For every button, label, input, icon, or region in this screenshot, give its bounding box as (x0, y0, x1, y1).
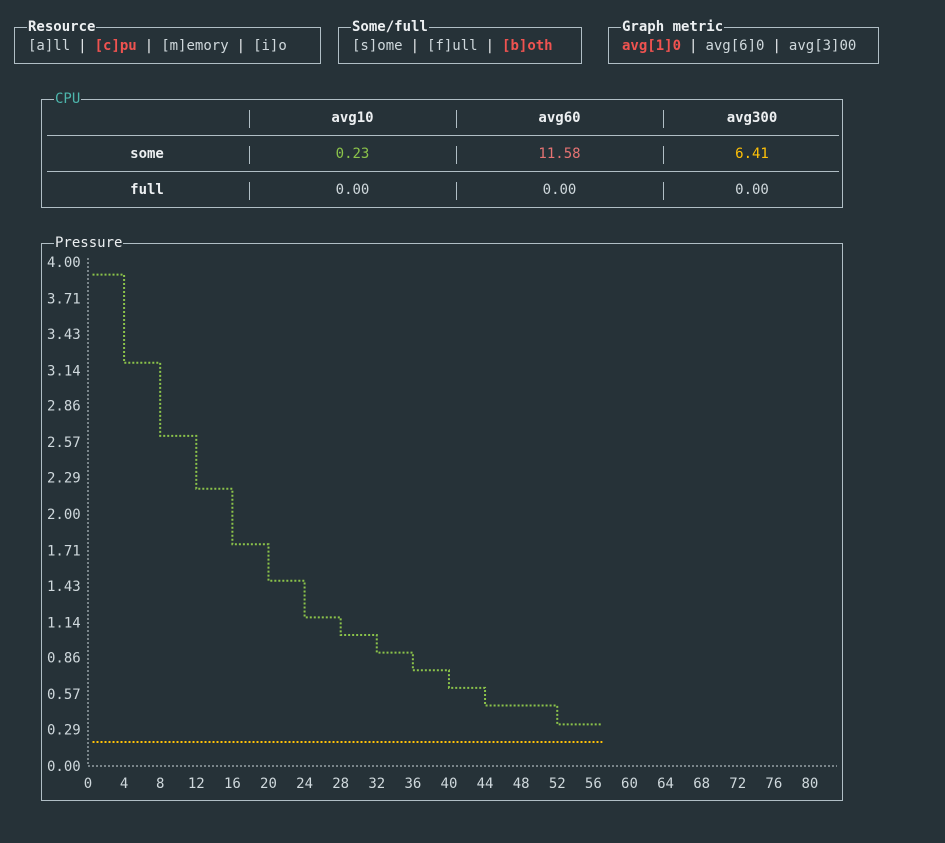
x-tick-label: 32 (368, 776, 385, 792)
x-tick-label: 40 (441, 776, 458, 792)
option-separator: | (772, 38, 781, 54)
column-header-avg60: avg60 (538, 110, 581, 126)
y-tick-label: 1.43 (47, 579, 81, 595)
some-full-option-full[interactable]: [f]ull (427, 38, 478, 54)
table-row: full 0.00 0.00 0.00 (47, 172, 839, 208)
value-full-avg300: 0.00 (735, 182, 769, 198)
option-separator: | (236, 38, 246, 54)
value-full-avg10: 0.00 (335, 182, 370, 198)
x-tick-label: 24 (296, 776, 313, 792)
pressure-panel: Pressure 0.00 0.29 0.57 0.86 1.14 1.43 1.71 2.0… (41, 235, 843, 801)
x-tick-label: 44 (477, 776, 494, 792)
resource-option-io[interactable]: [i]o (253, 38, 287, 54)
x-tick-label: 16 (224, 776, 241, 792)
x-tick-label: 64 (657, 776, 674, 792)
y-tick-label: 0.00 (47, 759, 81, 775)
x-tick-label: 60 (621, 776, 638, 792)
y-tick-label: 3.71 (47, 292, 81, 308)
value-some-avg10: 0.23 (335, 146, 370, 162)
some-full-options: [s]ome | [f]ull | [b]oth (352, 37, 553, 55)
y-tick-label: 2.57 (47, 435, 81, 451)
x-tick-label: 80 (801, 776, 818, 792)
y-tick-label: 2.29 (47, 470, 81, 486)
option-separator: | (485, 38, 495, 54)
x-tick-label: 68 (693, 776, 710, 792)
some-full-selector: Some/full [s]ome | [f]ull | [b]oth (338, 19, 582, 64)
y-tick-label: 3.14 (47, 363, 81, 379)
some-full-option-some[interactable]: [s]ome (352, 38, 403, 54)
option-separator: | (410, 38, 420, 54)
graph-metric-option-avg10[interactable]: avg[1]0 (622, 38, 681, 54)
option-separator: | (78, 38, 87, 54)
graph-metric-selector: Graph metric avg[1]0 | avg[6]0 | avg[3]00 (608, 19, 879, 64)
column-header-avg10: avg10 (331, 110, 374, 126)
y-tick-label: 1.71 (47, 544, 81, 560)
x-tick-label: 48 (513, 776, 530, 792)
y-tick-label: 0.86 (47, 651, 81, 667)
x-tick-label: 12 (188, 776, 205, 792)
x-tick-label: 52 (549, 776, 566, 792)
some-full-option-both[interactable]: [b]oth (502, 38, 553, 54)
value-some-avg300: 6.41 (735, 146, 769, 162)
resource-option-memory[interactable]: [m]emory (161, 38, 228, 54)
y-tick-label: 0.29 (47, 722, 81, 738)
column-header (47, 100, 247, 136)
graph-metric-title: Graph metric (621, 19, 725, 35)
graph-metric-option-avg300[interactable]: avg[3]00 (789, 38, 856, 54)
y-tick-label: 4.00 (47, 255, 81, 271)
graph-metric-option-avg60[interactable]: avg[6]0 (705, 38, 764, 54)
x-tick-label: 72 (729, 776, 746, 792)
option-separator: | (144, 38, 154, 54)
x-tick-label: 28 (332, 776, 349, 792)
some-full-title: Some/full (351, 19, 429, 35)
option-separator: | (689, 38, 698, 54)
value-some-avg60: 11.58 (538, 146, 581, 162)
y-tick-label: 0.57 (47, 687, 81, 703)
x-tick-label: 36 (404, 776, 421, 792)
graph-metric-options: avg[1]0 | avg[6]0 | avg[3]00 (622, 37, 856, 55)
y-tick-label: 2.00 (47, 507, 81, 523)
series-line-0 (92, 273, 603, 726)
x-tick-label: 8 (156, 776, 164, 792)
y-tick-label: 1.14 (47, 615, 81, 631)
resource-option-all[interactable]: [a]ll (28, 38, 70, 54)
pressure-chart: 0.00 0.29 0.57 0.86 1.14 1.43 1.71 2.00 2.29 2.57… (47, 255, 837, 792)
y-tick-label: 2.86 (47, 399, 81, 415)
resource-option-cpu[interactable]: [c]pu (95, 38, 137, 54)
x-tick-label: 4 (120, 776, 128, 792)
resource-options: [a]ll | [c]pu | [m]emory | [i]o (28, 37, 287, 55)
resource-selector: Resource [a]ll | [c]pu | [m]emory | [i]o (14, 19, 321, 64)
y-tick-label: 3.43 (47, 327, 81, 343)
value-full-avg60: 0.00 (542, 182, 577, 198)
x-tick-label: 20 (260, 776, 277, 792)
row-label-full: full (130, 182, 164, 198)
row-label-some: some (130, 146, 164, 162)
x-tick-label: 0 (84, 776, 92, 792)
x-tick-label: 76 (765, 776, 782, 792)
resource-title: Resource (27, 19, 97, 35)
table-row: some 0.23 11.58 6.41 (47, 136, 839, 172)
x-tick-label: 56 (585, 776, 602, 792)
cpu-panel: CPU avg10 avg60 avg300 some 0.23 11.58 6… (41, 91, 843, 208)
cpu-table: avg10 avg60 avg300 some 0.23 11.58 6.41 … (47, 108, 839, 216)
table-header-row: avg10 avg60 avg300 (47, 100, 839, 136)
column-header-avg300: avg300 (726, 110, 778, 126)
